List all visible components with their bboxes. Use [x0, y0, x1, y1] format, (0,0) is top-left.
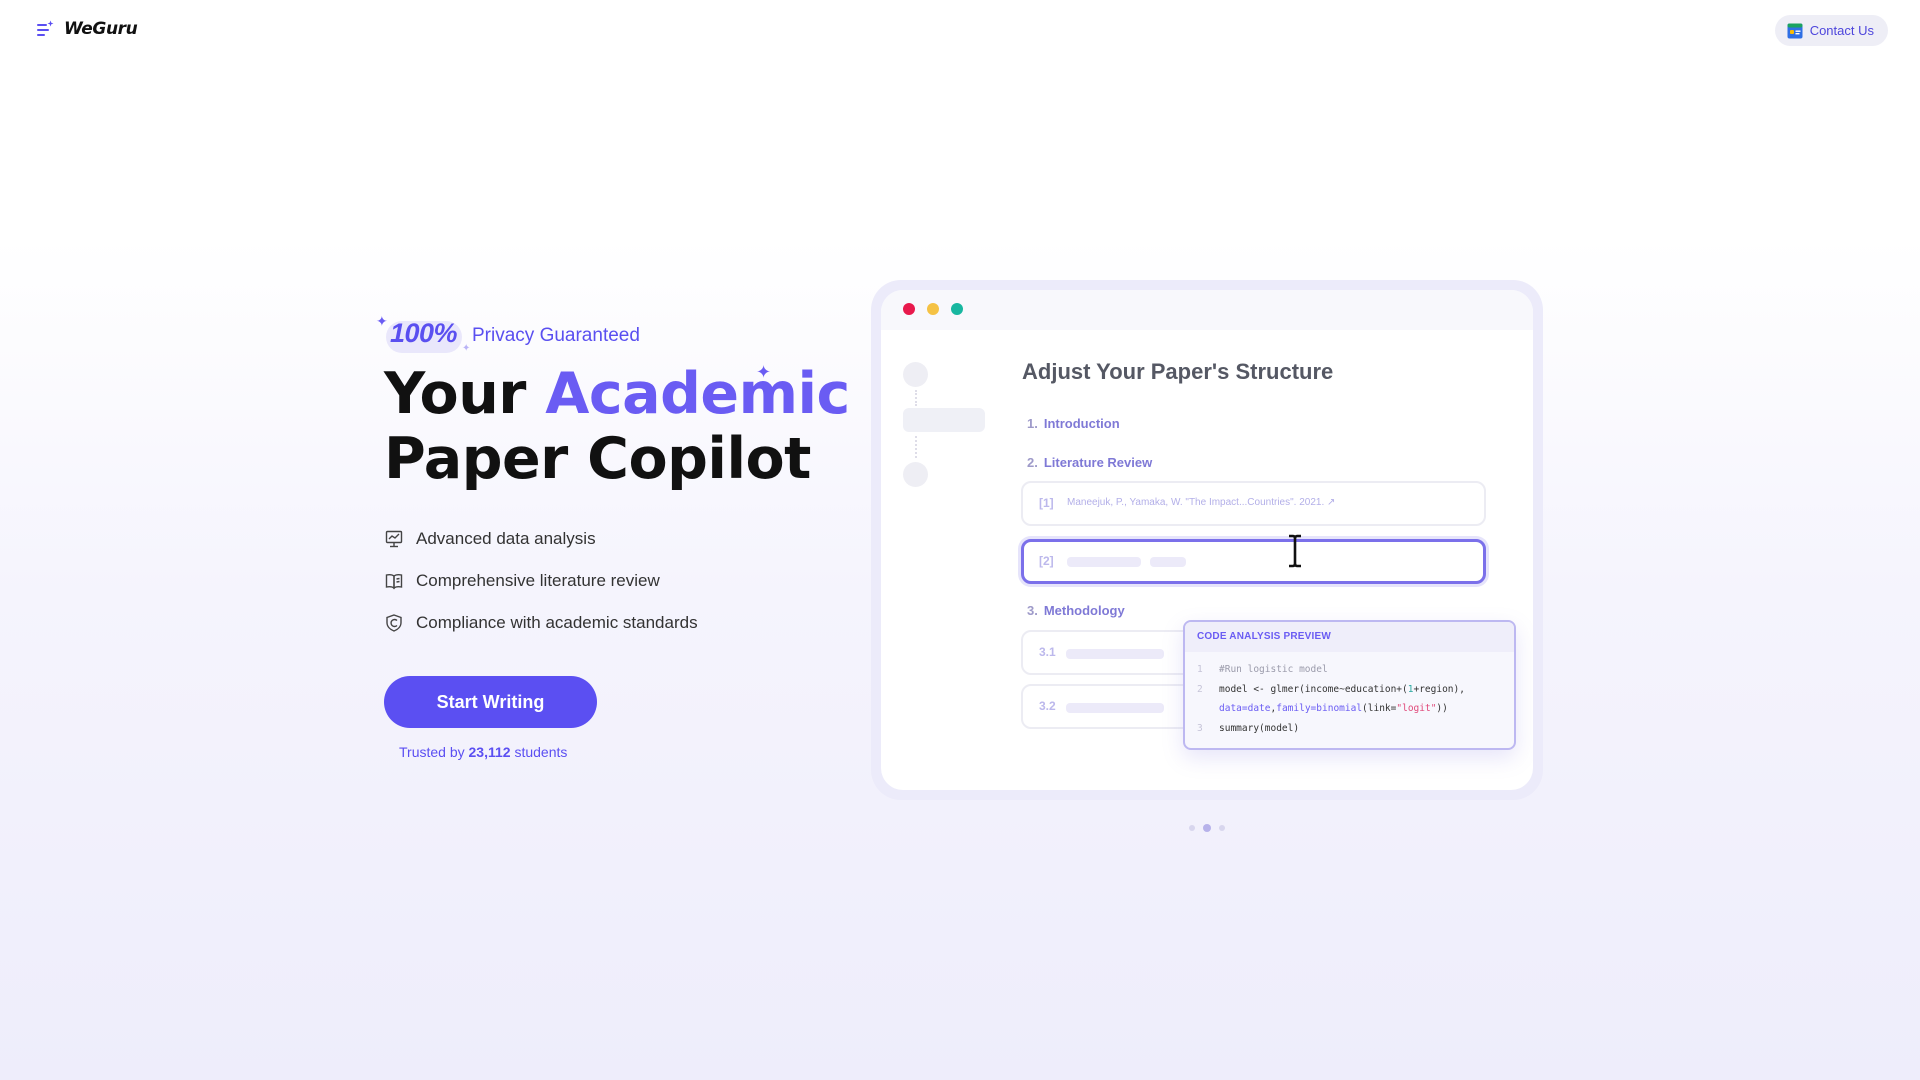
- section-number: 1.: [1027, 416, 1038, 431]
- text-placeholder: [1066, 703, 1164, 713]
- section-number: 2.: [1027, 455, 1038, 470]
- code-text: summary(model): [1219, 722, 1300, 734]
- subsection-number: 3.2: [1039, 699, 1056, 713]
- line-number: 1: [1197, 664, 1203, 675]
- code-block: 1 #Run logistic model 2 model <- glmer(inc…: [1197, 660, 1465, 738]
- trusted-suffix: students: [514, 744, 568, 760]
- code-line: 3 summary(model): [1197, 719, 1465, 739]
- badge-number: 100%: [390, 318, 458, 348]
- preview-window: Adjust Your Paper's Structure 1. Introduc…: [881, 290, 1533, 790]
- hero-title-prefix: Your: [384, 361, 526, 427]
- sparkle-icon: ✦: [462, 343, 471, 354]
- menu-sparkle-icon[interactable]: [36, 20, 54, 38]
- badge-text: Privacy Guaranteed: [472, 325, 640, 346]
- reference-text: Maneejuk, P., Yamaka, W. "The Impact...C…: [1067, 497, 1336, 508]
- code-analysis-preview: CODE ANALYSIS PREVIEW 1 #Run logistic mod…: [1183, 620, 1516, 750]
- hero-title: Your Academic Paper Copilot: [384, 362, 850, 492]
- mock-heading: Adjust Your Paper's Structure: [1022, 359, 1334, 384]
- sidebar-step-bar: [903, 408, 985, 432]
- feature-list: Advanced data analysis Comprehensive lit…: [384, 518, 698, 644]
- reference-field-1[interactable]: [1] Maneejuk, P., Yamaka, W. "The Impact…: [1021, 481, 1486, 526]
- code-text: data=date,family=binomial(link="logit")): [1219, 703, 1448, 714]
- carousel-pager: [1189, 824, 1225, 832]
- contact-us-button[interactable]: Contact Us: [1774, 15, 1888, 46]
- pager-dot[interactable]: [1203, 824, 1211, 832]
- hero-title-line-1: Your Academic: [384, 362, 850, 427]
- section-literature-review[interactable]: 2. Literature Review: [1027, 455, 1152, 470]
- logo[interactable]: WeGuru: [36, 19, 138, 39]
- feature-label: Comprehensive literature review: [416, 571, 660, 590]
- logo-text: WeGuru: [64, 19, 138, 39]
- feature-label: Compliance with academic standards: [416, 613, 698, 632]
- sidebar-step-circle: [903, 462, 928, 487]
- window-titlebar: [881, 290, 1533, 330]
- section-number: 3.: [1027, 603, 1038, 618]
- reference-number: [1]: [1039, 496, 1054, 510]
- start-writing-button[interactable]: Start Writing: [384, 676, 597, 728]
- sidebar-connector: [915, 436, 917, 458]
- shield-check-icon: [386, 614, 402, 632]
- top-header: WeGuru Contact Us: [0, 0, 1920, 60]
- text-placeholder: [1066, 649, 1164, 659]
- contact-us-label: Contact Us: [1809, 23, 1874, 38]
- text-cursor-icon: [1289, 534, 1301, 568]
- code-line: data=date,family=binomial(link="logit")): [1197, 699, 1465, 719]
- code-line: 1 #Run logistic model: [1197, 660, 1465, 680]
- code-text: model <- glmer(income~education+(1+regio…: [1219, 683, 1465, 695]
- window-close-dot: [903, 303, 915, 315]
- section-label: Introduction: [1043, 416, 1120, 431]
- chart-presentation-icon: [385, 530, 403, 548]
- reference-field-2[interactable]: [2]: [1021, 539, 1486, 584]
- feature-item: Advanced data analysis: [384, 518, 698, 560]
- text-placeholder: [1067, 557, 1141, 567]
- code-line: 2 model <- glmer(income~education+(1+regi…: [1197, 680, 1465, 700]
- section-methodology[interactable]: 3. Methodology: [1027, 603, 1125, 618]
- trusted-prefix: Trusted by: [399, 744, 465, 760]
- section-label: Methodology: [1043, 603, 1125, 618]
- window-minimize-dot: [927, 303, 939, 315]
- preview-window-frame: Adjust Your Paper's Structure 1. Introduc…: [871, 280, 1543, 800]
- privacy-badge: ✦ 100% ✦ Privacy Guaranteed: [376, 313, 676, 357]
- section-label: Literature Review: [1043, 455, 1153, 470]
- line-number: 2: [1197, 683, 1203, 695]
- feature-label: Advanced data analysis: [416, 529, 596, 548]
- text-placeholder: [1150, 557, 1186, 567]
- sidebar-connector: [915, 390, 917, 406]
- trusted-by-text: Trusted by 23,112 students: [399, 744, 567, 760]
- reference-number: [2]: [1039, 554, 1054, 568]
- sparkle-icon: ✦: [376, 313, 388, 329]
- window-maximize-dot: [951, 303, 963, 315]
- sparkle-icon: ✦: [756, 362, 772, 382]
- feature-item: Comprehensive literature review: [384, 560, 698, 602]
- trusted-count: 23,112: [468, 744, 511, 760]
- section-introduction[interactable]: 1. Introduction: [1027, 416, 1120, 431]
- pager-dot[interactable]: [1189, 825, 1195, 831]
- hero-title-accent: Academic: [545, 361, 850, 427]
- subsection-number: 3.1: [1039, 645, 1056, 659]
- sidebar-step-circle: [903, 362, 928, 387]
- line-number: 3: [1197, 722, 1203, 734]
- pager-dot[interactable]: [1219, 825, 1225, 831]
- book-open-icon: [385, 574, 403, 590]
- code-text: #Run logistic model: [1219, 664, 1328, 675]
- hero-title-line-2: Paper Copilot: [384, 426, 811, 492]
- feature-item: Compliance with academic standards: [384, 602, 698, 644]
- contact-card-icon: [1787, 23, 1803, 38]
- code-preview-title: CODE ANALYSIS PREVIEW: [1185, 622, 1514, 652]
